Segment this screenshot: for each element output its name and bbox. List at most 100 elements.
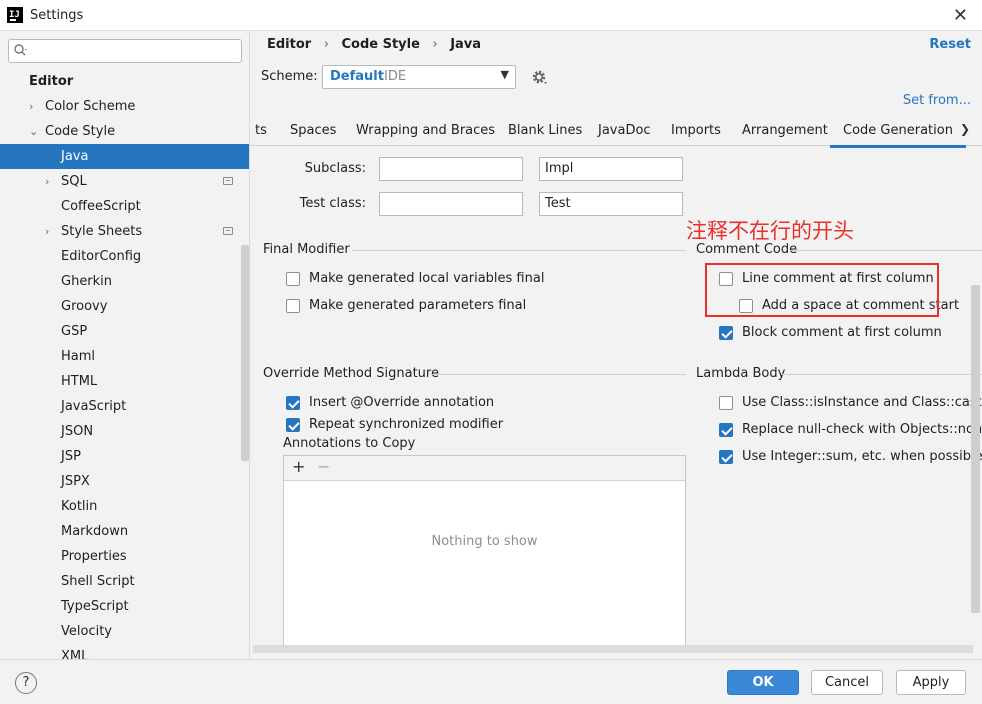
sidebar-item-shell-script[interactable]: Shell Script — [0, 569, 249, 594]
reset-link[interactable]: Reset — [929, 37, 971, 52]
tab-arrangement[interactable]: Arrangement — [742, 123, 828, 138]
cancel-button[interactable]: Cancel — [811, 670, 883, 695]
annotations-to-copy-label: Annotations to Copy — [283, 436, 416, 451]
sidebar-item-color-scheme[interactable]: › Color Scheme — [0, 94, 249, 119]
sidebar-scrollbar[interactable] — [241, 245, 249, 461]
scheme-name: Default — [330, 69, 384, 84]
breadcrumb-code-style[interactable]: Code Style — [341, 37, 419, 52]
sidebar-item-code-style[interactable]: ⌄ Code Style — [0, 119, 249, 144]
content-scrollbar-vertical[interactable] — [971, 285, 980, 613]
set-from-link[interactable]: Set from... — [903, 93, 971, 108]
dropdown-arrow-icon: ▼ — [500, 68, 509, 81]
sidebar-heading-editor[interactable]: Editor — [0, 69, 249, 94]
gear-icon[interactable] — [531, 69, 547, 85]
sidebar-item-html[interactable]: HTML — [0, 369, 249, 394]
search-icon — [14, 44, 27, 56]
sidebar-item-style-sheets[interactable]: › Style Sheets — [0, 219, 249, 244]
sidebar-item-label: Gherkin — [61, 274, 113, 289]
sidebar-item-gsp[interactable]: GSP — [0, 319, 249, 344]
breadcrumb-separator: › — [432, 37, 438, 52]
tab-bar: ts Spaces Wrapping and Braces Blank Line… — [250, 118, 982, 148]
sidebar-item-label: JavaScript — [61, 399, 127, 414]
divider — [782, 374, 982, 375]
close-icon[interactable]: ✕ — [953, 5, 968, 26]
sidebar-item-gherkin[interactable]: Gherkin — [0, 269, 249, 294]
sidebar-item-haml[interactable]: Haml — [0, 344, 249, 369]
apply-button[interactable]: Apply — [896, 670, 966, 695]
subclass-suffix-field[interactable]: Impl — [539, 157, 683, 181]
checkbox-box[interactable] — [719, 396, 733, 410]
empty-list-text: Nothing to show — [431, 534, 538, 549]
title-bar: IJ Settings ✕ — [0, 0, 982, 31]
checkbox-box[interactable] — [719, 423, 733, 437]
checkbox-box[interactable] — [286, 299, 300, 313]
sidebar-item-label: JSPX — [61, 474, 90, 489]
checkbox-box[interactable] — [719, 450, 733, 464]
checkbox-box[interactable] — [719, 326, 733, 340]
sidebar-item-label: TypeScript — [61, 599, 129, 614]
help-button[interactable]: ? — [15, 672, 37, 694]
sidebar-item-groovy[interactable]: Groovy — [0, 294, 249, 319]
checkbox-box[interactable] — [286, 272, 300, 286]
test-class-suffix-field[interactable]: Test — [539, 192, 683, 216]
sidebar-item-typescript[interactable]: TypeScript — [0, 594, 249, 619]
tab-imports[interactable]: Imports — [671, 123, 721, 138]
sidebar-item-label: Style Sheets — [61, 224, 143, 239]
sidebar-item-sql[interactable]: › SQL — [0, 169, 249, 194]
comment-code-title: Comment Code — [696, 242, 798, 257]
main-panel: Editor › Code Style › Java Reset Scheme:… — [250, 31, 982, 659]
sidebar-item-label: Groovy — [61, 299, 108, 314]
sidebar-item-xml[interactable]: XML — [0, 644, 249, 659]
sidebar-item-label: HTML — [61, 374, 98, 389]
sidebar-item-markdown[interactable]: Markdown — [0, 519, 249, 544]
sidebar-item-editorconfig[interactable]: EditorConfig — [0, 244, 249, 269]
content-scrollbar-horizontal[interactable] — [253, 645, 973, 653]
chevron-right-icon[interactable]: › — [45, 219, 49, 244]
subclass-label: Subclass: — [304, 161, 366, 176]
sidebar-item-java[interactable]: Java — [0, 144, 249, 169]
search-input[interactable] — [8, 39, 242, 63]
sidebar-item-label: Kotlin — [61, 499, 98, 514]
sidebar-item-label: GSP — [61, 324, 88, 339]
subclass-prefix-field[interactable] — [379, 157, 523, 181]
checkbox-box[interactable] — [286, 396, 300, 410]
test-class-prefix-field[interactable] — [379, 192, 523, 216]
lambda-body-title: Lambda Body — [696, 366, 786, 381]
tab-truncated[interactable]: ts — [255, 123, 267, 138]
checkbox-box[interactable] — [286, 418, 300, 432]
sidebar-item-label: XML — [61, 649, 89, 659]
sidebar-item-javascript[interactable]: JavaScript — [0, 394, 249, 419]
chevron-down-icon[interactable]: ❯ — [960, 122, 970, 136]
tab-blank-lines[interactable]: Blank Lines — [508, 123, 582, 138]
tab-spaces[interactable]: Spaces — [290, 123, 336, 138]
ok-button[interactable]: OK — [727, 670, 799, 695]
code-generation-content: Subclass: Impl Test class: Test Final Mo… — [250, 147, 982, 653]
highlight-box — [705, 263, 939, 317]
breadcrumb-editor[interactable]: Editor — [267, 37, 311, 52]
sidebar-item-label: Markdown — [61, 524, 129, 539]
scheme-dropdown[interactable]: Default IDE ▼ — [322, 65, 516, 89]
chevron-down-icon[interactable]: ⌄ — [29, 119, 38, 144]
sidebar-item-jsp[interactable]: JSP — [0, 444, 249, 469]
sidebar-item-kotlin[interactable]: Kotlin — [0, 494, 249, 519]
final-modifier-title: Final Modifier — [263, 242, 350, 257]
annotations-list[interactable]: + − Nothing to show — [283, 455, 686, 653]
chevron-right-icon[interactable]: › — [29, 94, 33, 119]
project-scheme-icon — [223, 227, 233, 235]
tab-wrapping-and-braces[interactable]: Wrapping and Braces — [356, 123, 495, 138]
sidebar-item-label: JSON — [61, 424, 94, 439]
sidebar-item-json[interactable]: JSON — [0, 419, 249, 444]
sidebar-item-label: SQL — [61, 174, 87, 189]
add-icon[interactable]: + — [292, 457, 305, 476]
sidebar-item-coffeescript[interactable]: CoffeeScript — [0, 194, 249, 219]
chevron-right-icon[interactable]: › — [45, 169, 49, 194]
tab-javadoc[interactable]: JavaDoc — [598, 123, 651, 138]
tab-code-generation[interactable]: Code Generation — [830, 123, 966, 148]
sidebar-item-label: CoffeeScript — [61, 199, 141, 214]
sidebar-item-label: Haml — [61, 349, 96, 364]
sidebar-item-label: EditorConfig — [61, 249, 142, 264]
sidebar-item-velocity[interactable]: Velocity — [0, 619, 249, 644]
sidebar-item-jspx[interactable]: JSPX — [0, 469, 249, 494]
sidebar-item-properties[interactable]: Properties — [0, 544, 249, 569]
breadcrumb-separator: › — [323, 37, 329, 52]
